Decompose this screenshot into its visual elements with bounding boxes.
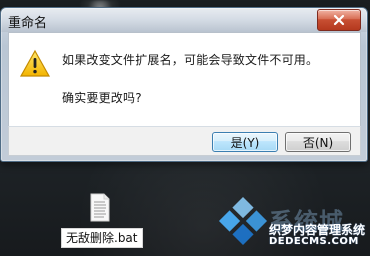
warning-icon [19,49,51,77]
close-button[interactable] [317,9,361,31]
dialog-button-bar: 是(Y) 否(N) [8,126,361,156]
file-name-label[interactable]: 无敌删除.bat [61,228,143,248]
dialog-titlebar[interactable]: 重命名 [1,8,367,32]
dialog-content: 如果改变文件扩展名，可能会导致文件不可用。 确实要更改吗? [8,32,361,127]
close-icon [333,14,345,26]
watermark-url: DEDECMS.COM [269,236,359,247]
dialog-title: 重命名 [8,16,48,31]
batch-file-icon[interactable] [88,193,112,223]
no-button[interactable]: 否(N) [285,132,351,152]
dialog-message: 如果改变文件扩展名，可能会导致文件不可用。 [62,53,319,67]
rename-dialog: 重命名 如果改变文件扩展名，可能会导致文件不可用。 确实要更改吗? 是(Y) 否… [0,7,368,162]
dialog-confirm-text: 确实要更改吗? [62,91,142,105]
windows-logo-icon [218,196,268,246]
yes-button[interactable]: 是(Y) [212,132,278,152]
